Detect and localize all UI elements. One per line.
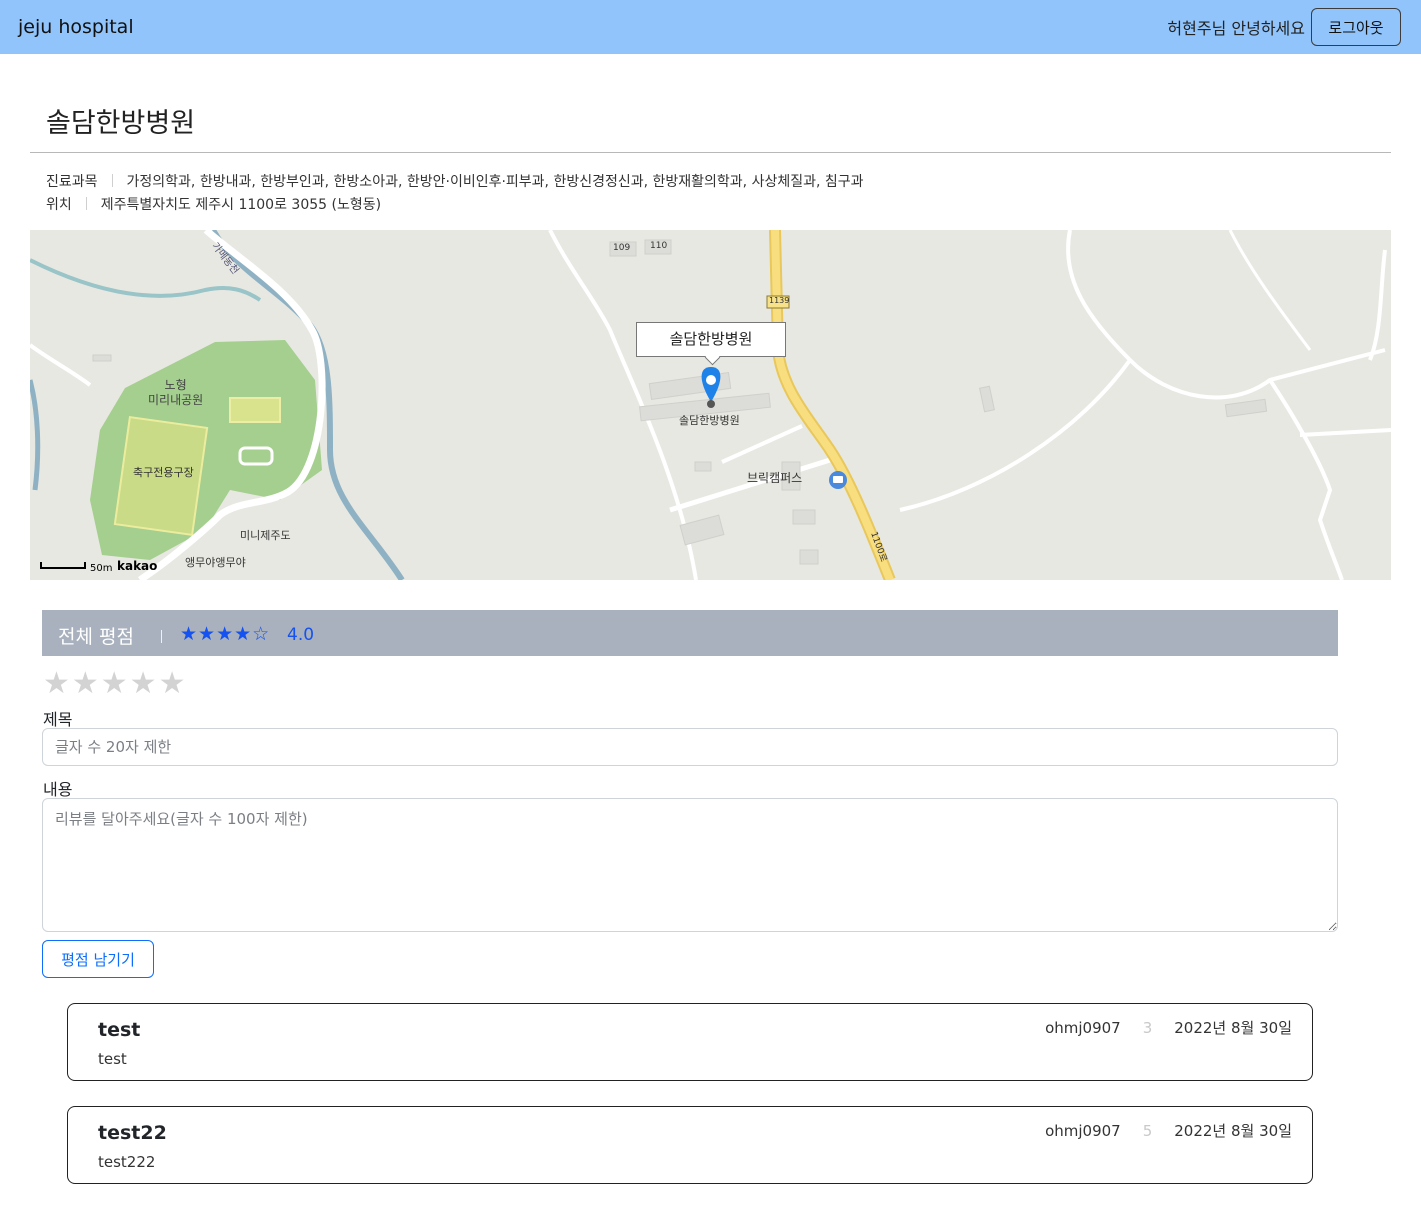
- review-date: 2022년 8월 30일: [1174, 1122, 1292, 1140]
- submit-review-button[interactable]: 평점 남기기: [42, 940, 154, 978]
- departments-value: 가정의학과, 한방내과, 한방부인과, 한방소아과, 한방안·이비인후·피부과,…: [126, 174, 864, 190]
- title-field-label: 제목: [43, 710, 73, 729]
- location-label: 위치: [46, 197, 72, 213]
- departments-row: 진료과목 가정의학과, 한방내과, 한방부인과, 한방소아과, 한방안·이비인후·…: [46, 171, 864, 191]
- building-109-label: 109: [613, 243, 631, 253]
- average-stars: ★★★★☆: [180, 623, 271, 645]
- review-title: test: [98, 1019, 141, 1041]
- review-score: 3: [1142, 1019, 1153, 1037]
- review-content-textarea[interactable]: [42, 798, 1338, 932]
- average-rating-value: 4.0: [287, 625, 315, 645]
- brand-link[interactable]: jeju hospital: [18, 16, 134, 38]
- rating-summary-bar: 전체 평점 ★★★★☆ 4.0: [42, 610, 1338, 656]
- map-scale-bar: [40, 562, 86, 569]
- review-author: ohmj0907: [1045, 1122, 1121, 1140]
- review-date: 2022년 8월 30일: [1174, 1019, 1292, 1037]
- route-badge-label: 1139: [769, 296, 790, 305]
- user-greeting: 허현주님 안녕하세요: [1167, 19, 1305, 38]
- review-title-input[interactable]: [42, 728, 1338, 766]
- hospital-title: 솔담한방병원: [46, 108, 196, 139]
- stadium-label: 축구전용구장: [133, 466, 194, 479]
- building-110-label: 110: [650, 241, 668, 251]
- separator: [161, 630, 162, 643]
- review-score: 5: [1142, 1122, 1153, 1140]
- map-background: [30, 230, 1391, 580]
- review-title: test22: [98, 1122, 167, 1144]
- minijeju-label: 미니제주도: [240, 529, 291, 542]
- review-card: test22 test222 ohmj0907 5 2022년 8월 30일: [67, 1106, 1313, 1184]
- star-rating-input[interactable]: ★★★★★: [43, 666, 187, 702]
- review-card: test test ohmj0907 3 2022년 8월 30일: [67, 1003, 1313, 1081]
- map-scale-text: 50m: [90, 563, 113, 574]
- navbar: jeju hospital 허현주님 안녕하세요 로그아웃: [0, 0, 1421, 54]
- location-value: 제주특별자치도 제주시 1100로 3055 (노형동): [100, 197, 382, 213]
- review-body: test: [98, 1050, 127, 1068]
- content-field-label: 내용: [43, 780, 73, 799]
- departments-label: 진료과목: [46, 174, 98, 190]
- logout-button[interactable]: 로그아웃: [1311, 8, 1401, 46]
- map-info-popup[interactable]: 솔담한방병원: [636, 322, 786, 357]
- kakao-map[interactable]: 솔담한방병원 솔담한방병원 노형 미리내공원 축구전용구장 미니제주도 앵무야앵…: [30, 230, 1391, 580]
- park-label: 노형 미리내공원: [148, 378, 204, 407]
- review-author: ohmj0907: [1045, 1019, 1121, 1037]
- kakao-logo: kakao: [117, 559, 158, 573]
- review-meta: ohmj0907 5 2022년 8월 30일: [1045, 1120, 1292, 1141]
- title-divider: [30, 152, 1391, 153]
- campus-label: 브릭캠퍼스: [747, 471, 803, 485]
- marker-label: 솔담한방병원: [679, 414, 740, 427]
- separator: [85, 197, 87, 210]
- separator: [111, 174, 113, 187]
- review-body: test222: [98, 1153, 156, 1171]
- location-row: 위치 제주특별자치도 제주시 1100로 3055 (노형동): [46, 194, 381, 214]
- review-meta: ohmj0907 3 2022년 8월 30일: [1045, 1017, 1292, 1038]
- rating-summary-title: 전체 평점: [58, 626, 134, 648]
- parrot-label: 앵무야앵무야: [185, 556, 246, 569]
